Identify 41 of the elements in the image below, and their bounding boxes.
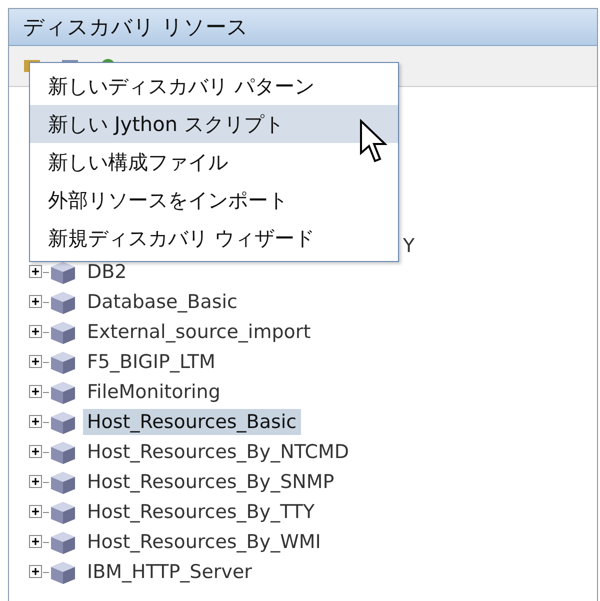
tree-item[interactable]: Host_Resources_By_NTCMD: [83, 439, 354, 465]
tree-item[interactable]: FileMonitoring: [83, 379, 224, 405]
tree-item[interactable]: Host_Resources_Basic: [83, 409, 301, 435]
menu-item[interactable]: 新規ディスカバリ ウィザード: [30, 219, 398, 257]
mouse-pointer-icon: [359, 119, 389, 165]
expand-icon[interactable]: [29, 325, 43, 339]
menu-item[interactable]: 新しいディスカバリ パターン: [30, 67, 398, 105]
tree-item[interactable]: Host_Resources_By_WMI: [83, 529, 325, 555]
expand-icon[interactable]: [29, 475, 43, 489]
package-icon: [49, 349, 77, 375]
tree-item[interactable]: IBM_HTTP_Server: [83, 559, 256, 585]
package-icon: [49, 529, 77, 555]
package-icon: [49, 469, 77, 495]
package-icon: [49, 439, 77, 465]
expand-icon[interactable]: [29, 535, 43, 549]
panel-title: ディスカバリ リソース: [9, 9, 597, 46]
tree-item[interactable]: DB2: [83, 259, 131, 285]
package-icon: [49, 319, 77, 345]
menu-item[interactable]: 新しい構成ファイル: [30, 143, 398, 181]
expand-icon[interactable]: [29, 295, 43, 309]
expand-icon[interactable]: [29, 565, 43, 579]
package-icon: [49, 289, 77, 315]
tree-item[interactable]: Database_Basic: [83, 289, 242, 315]
expand-icon[interactable]: [29, 355, 43, 369]
expand-icon[interactable]: [29, 445, 43, 459]
menu-item[interactable]: 外部リソースをインポート: [30, 181, 398, 219]
tree-item-text: Y: [403, 235, 415, 257]
package-icon: [49, 379, 77, 405]
expand-icon[interactable]: [29, 415, 43, 429]
package-icon: [49, 409, 77, 435]
menu-item[interactable]: 新しい Jython スクリプト: [30, 105, 398, 143]
tree-item[interactable]: Host_Resources_By_TTY: [83, 499, 319, 525]
package-icon: [49, 559, 77, 585]
tree-item[interactable]: F5_BIGIP_LTM: [83, 349, 220, 375]
expand-icon[interactable]: [29, 265, 43, 279]
expand-icon[interactable]: [29, 505, 43, 519]
package-icon: [49, 499, 77, 525]
tree-item[interactable]: Host_Resources_By_SNMP: [83, 469, 338, 495]
tree-item[interactable]: External_source_import: [83, 319, 315, 345]
expand-icon[interactable]: [29, 385, 43, 399]
package-icon: [49, 259, 77, 285]
